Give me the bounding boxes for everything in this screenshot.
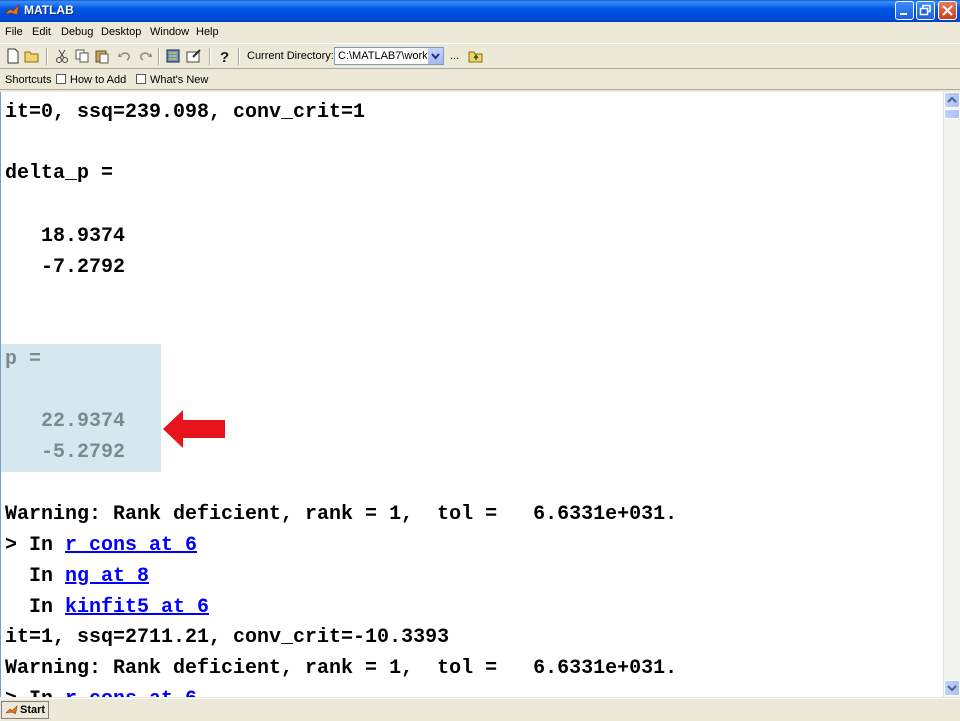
menu-bar: File Edit Debug Desktop Window Help xyxy=(0,22,960,42)
console-line: -7.2792 xyxy=(5,256,126,279)
toolbar: ? Current Directory: C:\MATLAB7\work ... xyxy=(0,43,960,69)
console-line: it=0, ssq=239.098, conv_crit=1 xyxy=(5,101,366,124)
toolbar-separator xyxy=(238,48,240,65)
close-button[interactable] xyxy=(938,1,957,20)
toolbar-separator xyxy=(209,48,211,65)
directory-dropdown-button[interactable] xyxy=(427,48,443,64)
stack-line: > In r_cons at 6 xyxy=(5,534,197,558)
red-arrow-icon xyxy=(163,410,225,448)
stack-line: > In r_cons at 6 xyxy=(5,688,197,697)
menu-help[interactable]: Help xyxy=(196,26,219,38)
menu-desktop[interactable]: Desktop xyxy=(101,26,141,38)
console-line: delta_p = xyxy=(5,162,114,185)
stack-link-ng[interactable]: ng at 8 xyxy=(65,565,149,588)
maximize-button[interactable] xyxy=(916,1,935,20)
vertical-scrollbar[interactable] xyxy=(943,92,960,697)
stack-link-kinfit5[interactable]: kinfit5 at 6 xyxy=(65,596,209,619)
help-icon[interactable]: ? xyxy=(215,47,233,65)
matlab-logo-icon xyxy=(4,4,20,16)
stack-link-r-cons[interactable]: r_cons at 6 xyxy=(65,688,197,697)
console-line: -5.2792 xyxy=(5,441,126,464)
redo-icon[interactable] xyxy=(136,47,154,65)
warning-line: Warning: Rank deficient, rank = 1, tol =… xyxy=(5,503,678,526)
console-line: 18.9374 xyxy=(5,225,126,248)
shortcuts-label: Shortcuts xyxy=(5,74,52,86)
parent-folder-icon[interactable] xyxy=(467,47,485,65)
simulink-icon[interactable] xyxy=(164,47,182,65)
chevron-up-icon xyxy=(947,96,957,103)
menu-edit[interactable]: Edit xyxy=(32,26,51,38)
menu-window[interactable]: Window xyxy=(150,26,189,38)
shortcuts-bar: Shortcuts How to Add What's New xyxy=(0,70,960,90)
chevron-down-icon xyxy=(431,53,440,60)
paste-icon[interactable] xyxy=(93,47,111,65)
shortcut-whats-new[interactable]: What's New xyxy=(150,74,208,86)
svg-text:?: ? xyxy=(220,49,229,65)
cut-icon[interactable] xyxy=(53,47,71,65)
menu-debug[interactable]: Debug xyxy=(61,26,93,38)
restore-icon xyxy=(919,4,931,16)
console-line: it=1, ssq=2711.21, conv_crit=-10.3393 xyxy=(5,626,450,649)
shortcut-icon xyxy=(136,74,146,84)
undo-icon[interactable] xyxy=(116,47,134,65)
current-directory-label: Current Directory: xyxy=(247,50,334,62)
scroll-up-button[interactable] xyxy=(944,92,960,108)
chevron-down-icon xyxy=(947,685,957,692)
scroll-down-button[interactable] xyxy=(944,680,960,696)
open-folder-icon[interactable] xyxy=(23,47,41,65)
title-bar: MATLAB xyxy=(0,0,960,22)
copy-icon[interactable] xyxy=(73,47,91,65)
command-window[interactable]: it=0, ssq=239.098, conv_crit=1 delta_p =… xyxy=(0,92,943,697)
shortcut-icon xyxy=(56,74,66,84)
console-line: 22.9374 xyxy=(5,410,126,433)
status-bar: Start xyxy=(0,698,960,721)
toolbar-separator xyxy=(158,48,160,65)
stack-prefix: > In xyxy=(5,688,65,697)
window-title: MATLAB xyxy=(24,3,74,17)
stack-line: In ng at 8 xyxy=(5,565,149,589)
warning-line: Warning: Rank deficient, rank = 1, tol =… xyxy=(5,657,678,680)
scroll-thumb[interactable] xyxy=(944,109,960,119)
minimize-button[interactable] xyxy=(895,1,914,20)
shortcut-how-to-add[interactable]: How to Add xyxy=(70,74,126,86)
matlab-logo-icon xyxy=(5,704,18,715)
console-line: p = xyxy=(5,348,42,371)
browse-button[interactable]: ... xyxy=(450,50,459,62)
current-directory-field[interactable]: C:\MATLAB7\work xyxy=(334,47,444,65)
current-directory-value: C:\MATLAB7\work xyxy=(338,50,428,62)
guide-icon[interactable] xyxy=(185,47,203,65)
stack-line: In kinfit5 at 6 xyxy=(5,596,209,620)
toolbar-separator xyxy=(46,48,48,65)
stack-prefix: In xyxy=(5,565,66,588)
close-icon xyxy=(942,5,953,16)
menu-file[interactable]: File xyxy=(5,26,23,38)
minimize-icon xyxy=(900,13,907,15)
start-label: Start xyxy=(20,704,46,716)
stack-link-r-cons[interactable]: r_cons at 6 xyxy=(65,534,197,557)
stack-prefix: > In xyxy=(5,534,66,557)
new-file-icon[interactable] xyxy=(4,47,22,65)
stack-prefix: In xyxy=(5,596,66,619)
start-button[interactable]: Start xyxy=(1,701,49,719)
